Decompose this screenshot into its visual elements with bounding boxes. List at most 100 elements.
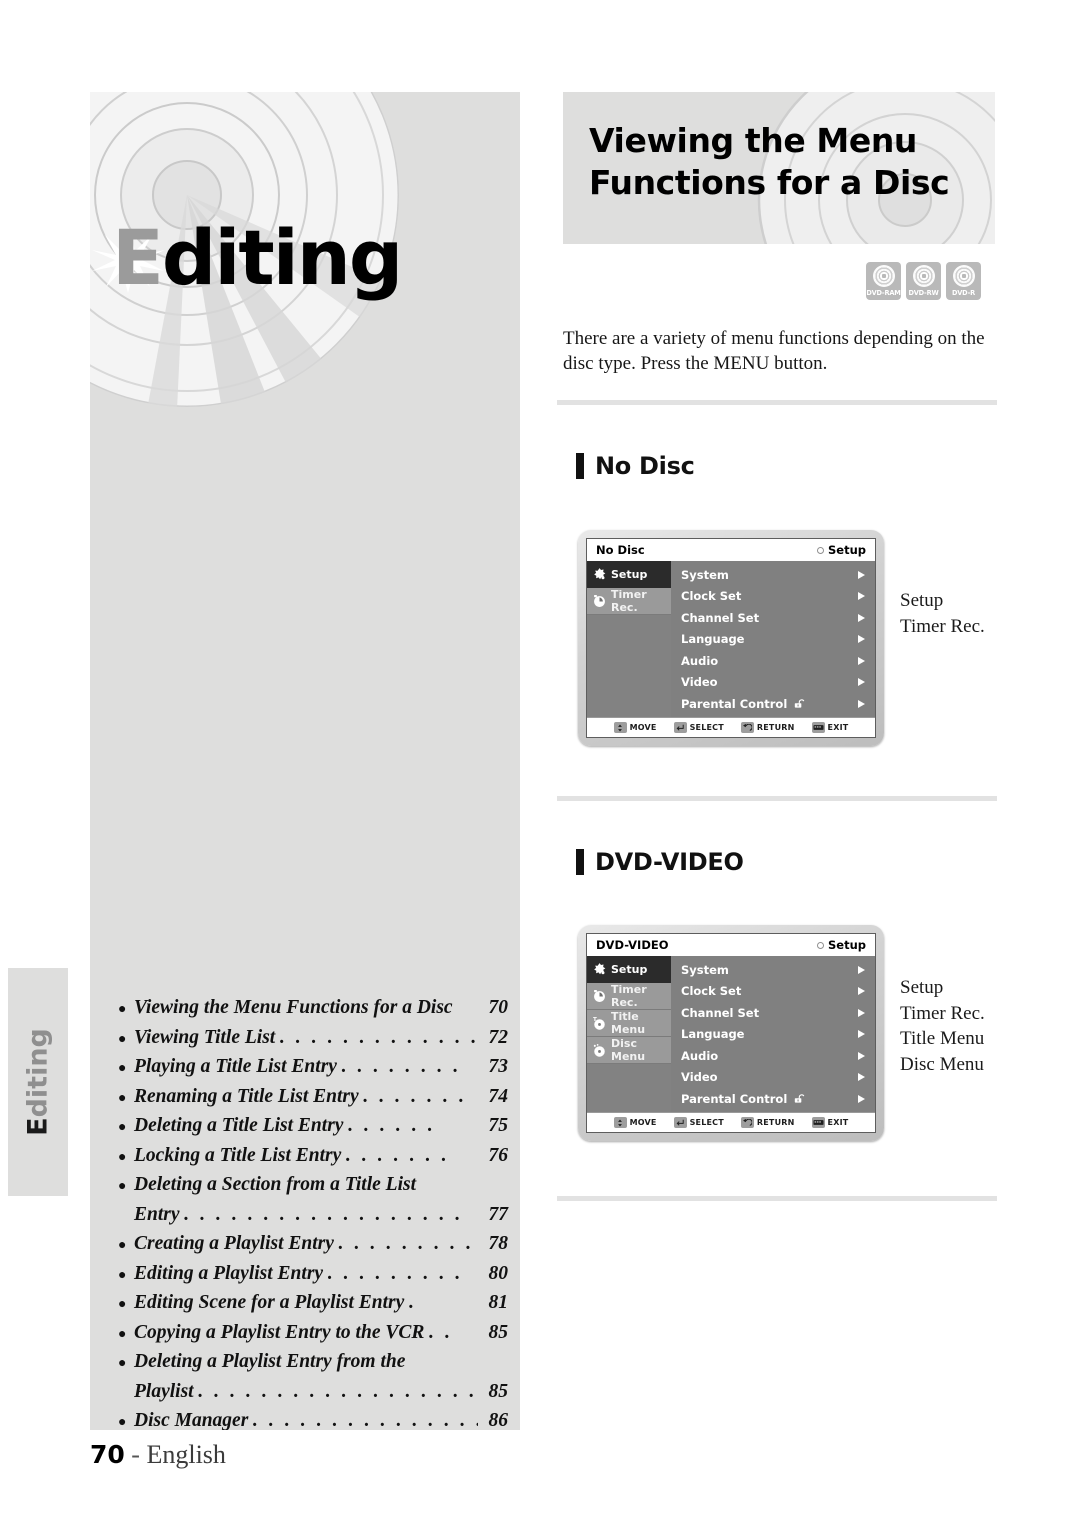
bullet-icon: ● [118,1326,127,1342]
osd-menu-item-clock-set[interactable]: Clock Set [681,586,875,608]
osd-menu-item-video[interactable]: Video [681,672,875,694]
osd-menu-item-label: Channel Set [681,610,760,625]
osd-sidebar-item-setup[interactable]: Setup [587,956,671,983]
osd-menu-item-parental-control[interactable]: Parental Control [681,1088,875,1110]
toc-item[interactable]: ● Deleting a Title List Entry. . . . . . 7… [118,1112,508,1142]
osd-menu-item-label: Clock Set [681,589,742,604]
osd-sidebar-item-setup[interactable]: Setup [587,561,671,588]
osd-menu-item-clock-set[interactable]: Clock Set [681,981,875,1003]
bullet-icon: ● [118,1120,127,1135]
osd-menu-item-label: Language [681,632,745,647]
manual-page: Editing ● Viewing the Menu Functions for … [0,0,1080,1526]
osd-sidebar-item-timer-rec[interactable]: Timer Rec. [587,983,671,1010]
osd-sidebar-item-title-menu[interactable]: T Title Menu [587,1010,671,1037]
osd-footer-move[interactable]: MOVE [613,722,657,733]
toc-item[interactable]: ● Creating a Playlist Entry. . . . . . . … [118,1230,508,1260]
osd-menu-item-language[interactable]: Language [681,1024,875,1046]
disc-badge-label: DVD-RAM [866,289,901,297]
disc-badge-dvd-rw: DVD-RW [906,262,941,300]
osd-sidebar-item-timer-rec[interactable]: Timer Rec. [587,588,671,615]
unlocked-padlock-icon [795,699,805,708]
toc-item[interactable]: ● Playing a Title List Entry. . . . . . .… [118,1053,508,1083]
disc-badge-dvd-r: DVD-R [946,262,981,300]
osd-footer-return[interactable]: RETURN [740,1117,795,1128]
toc-item-label: Editing Scene for a Playlist Entry [134,1292,405,1313]
toc-item-page: 78 [488,1233,509,1254]
timer-icon [592,989,607,1004]
toc-item-label: Playlist [134,1380,194,1402]
osd-footer-move[interactable]: MOVE [613,1117,657,1128]
divider-2 [557,796,997,801]
gear-icon [592,567,607,582]
osd-menu-item-language[interactable]: Language [681,629,875,651]
osd-menu-item-audio[interactable]: Audio [681,1045,875,1067]
disc-icon [952,265,975,287]
toc-item[interactable]: ● Viewing the Menu Functions for a Disc 70 [118,994,508,1024]
divider-3 [557,1196,997,1201]
toc-leader-dots: . [408,1292,417,1313]
osd-footer-label: RETURN [756,723,795,732]
osd-menu-item-parental-control[interactable]: Parental Control [681,693,875,715]
disc-icon [912,265,935,287]
toc-item[interactable]: ●Playlist. . . . . . . . . . . . . . . .… [118,1378,508,1408]
toc-item[interactable]: ●Entry. . . . . . . . . . . . . . . . . … [118,1201,508,1231]
toc-item[interactable]: ● Deleting a Section from a Title List [118,1171,508,1201]
section-heading-label: No Disc [595,452,695,480]
osd-menu-item-system[interactable]: System [681,564,875,586]
toc-item[interactable]: ● Deleting a Playlist Entry from the [118,1348,508,1378]
toc-item-page: 72 [488,1026,509,1048]
osd-sidebar-item-label: Disc Menu [611,1037,646,1063]
osd-footer-exit[interactable]: EXIT [811,722,849,733]
osd-menu-item-channel-set[interactable]: Channel Set [681,607,875,629]
osd-screen-dvd-video: DVD-VIDEO Setup Setup Timer Rec. T Title Me… [578,925,884,1141]
osd-footer-return[interactable]: RETURN [740,722,795,733]
chevron-right-icon [858,1008,865,1017]
toc-item[interactable]: ● Viewing Title List. . . . . . . . . . .… [118,1024,508,1054]
toc-item[interactable]: ● Renaming a Title List Entry. . . . . . … [118,1083,508,1113]
disc-badge-dvd-ram: DVD-RAM [866,262,901,300]
osd-menu-item-channel-set[interactable]: Channel Set [681,1002,875,1024]
return-arrow-icon [740,722,754,733]
toc-item-label: Disc Manager [134,1410,249,1430]
chapter-title: Editing [112,220,403,296]
page-title-line1: Viewing the Menu [589,121,917,160]
osd-callout-dvd-video: Setup Timer Rec. Title Menu Disc Menu [900,975,985,1077]
disc-type-badges: DVD-RAM DVD-RW DVD-R [866,262,981,300]
toc-item-page: 86 [488,1410,509,1430]
osd-title: No Disc [596,543,645,557]
enter-key-icon [673,722,687,733]
osd-footer-label: SELECT [689,723,724,732]
toc-item[interactable]: ● Locking a Title List Entry. . . . . . .… [118,1142,508,1172]
toc-item[interactable]: ● Editing Scene for a Playlist Entry. 81 [118,1289,508,1319]
osd-sidebar-item-label: Timer Rec. [611,983,647,1009]
osd-footer-bar: MOVE SELECT RETURN EXIT [587,717,875,737]
osd-footer-select[interactable]: SELECT [673,1117,724,1128]
chevron-right-icon [858,1073,865,1082]
toc-item[interactable]: ● Editing a Playlist Entry. . . . . . . .… [118,1260,508,1290]
toc-leader-dots: . . . . . . . . . . . . [337,1233,478,1254]
osd-footer-select[interactable]: SELECT [673,722,724,733]
bullet-icon: ● [118,1090,127,1106]
toc-item-label: Entry [134,1203,180,1225]
updown-arrows-icon [613,1117,627,1128]
osd-footer-label: RETURN [756,1118,795,1127]
osd-menu-item-video[interactable]: Video [681,1067,875,1089]
osd-footer-exit[interactable]: EXIT [811,1117,849,1128]
section-bar-icon [576,453,584,479]
osd-footer-bar: MOVE SELECT RETURN EXIT [587,1112,875,1132]
osd-menu-item-system[interactable]: System [681,959,875,981]
osd-sidebar-item-disc-menu[interactable]: Disc Menu [587,1037,671,1064]
osd-titlebar: DVD-VIDEO Setup [587,934,875,956]
updown-arrows-icon [613,722,627,733]
toc-item-label: Playing a Title List Entry [134,1056,337,1077]
osd-menu-item-label: Video [681,1070,718,1085]
osd-menu-item-label: Audio [681,653,719,668]
osd-menu-item-audio[interactable]: Audio [681,650,875,672]
toc-item[interactable]: ● Copying a Playlist Entry to the VCR. . 8… [118,1319,508,1349]
osd-title: DVD-VIDEO [596,938,669,952]
toc-item-page: 70 [488,997,509,1018]
toc-item[interactable]: ● Disc Manager. . . . . . . . . . . . . .… [118,1407,508,1430]
toc-item-page: 75 [488,1115,509,1136]
osd-menu-item-label: Audio [681,1048,719,1063]
chapter-panel: Editing ● Viewing the Menu Functions for … [90,92,520,1430]
